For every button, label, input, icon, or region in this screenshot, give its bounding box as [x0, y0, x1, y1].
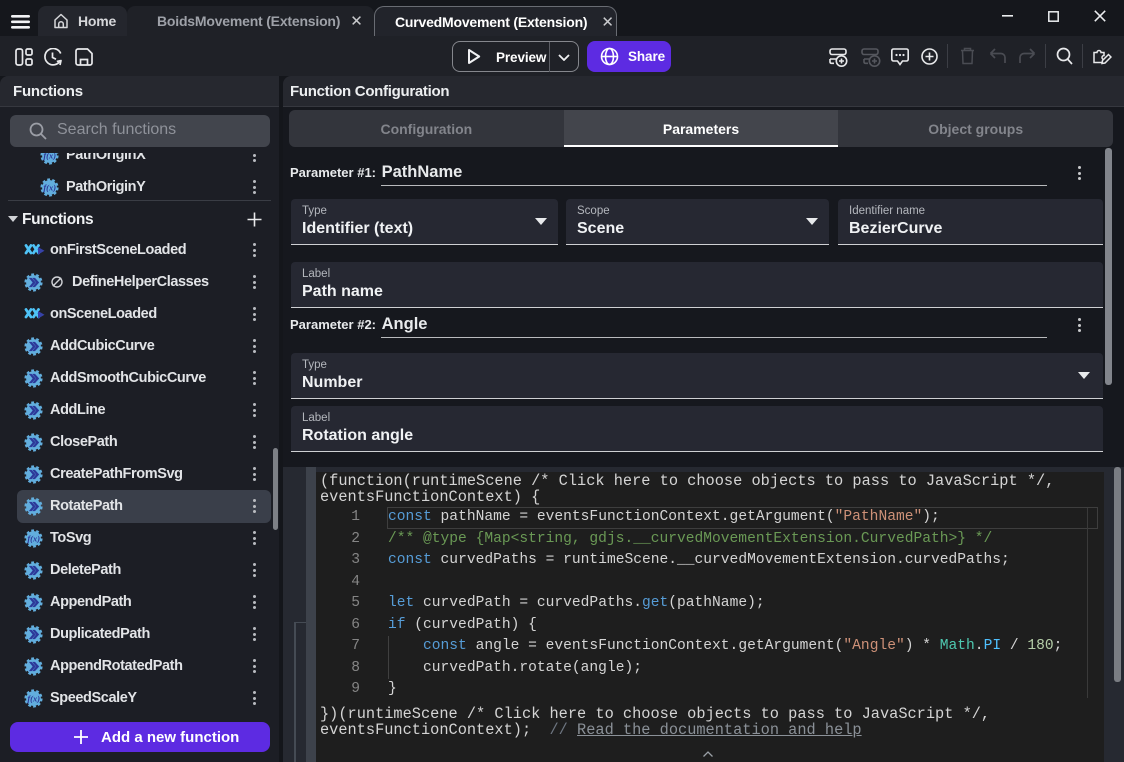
- svg-text:f(x): f(x): [27, 693, 40, 703]
- svg-text:f(x): f(x): [43, 182, 56, 192]
- svg-text:f(x): f(x): [27, 533, 40, 543]
- svg-text:f(x): f(x): [43, 153, 56, 160]
